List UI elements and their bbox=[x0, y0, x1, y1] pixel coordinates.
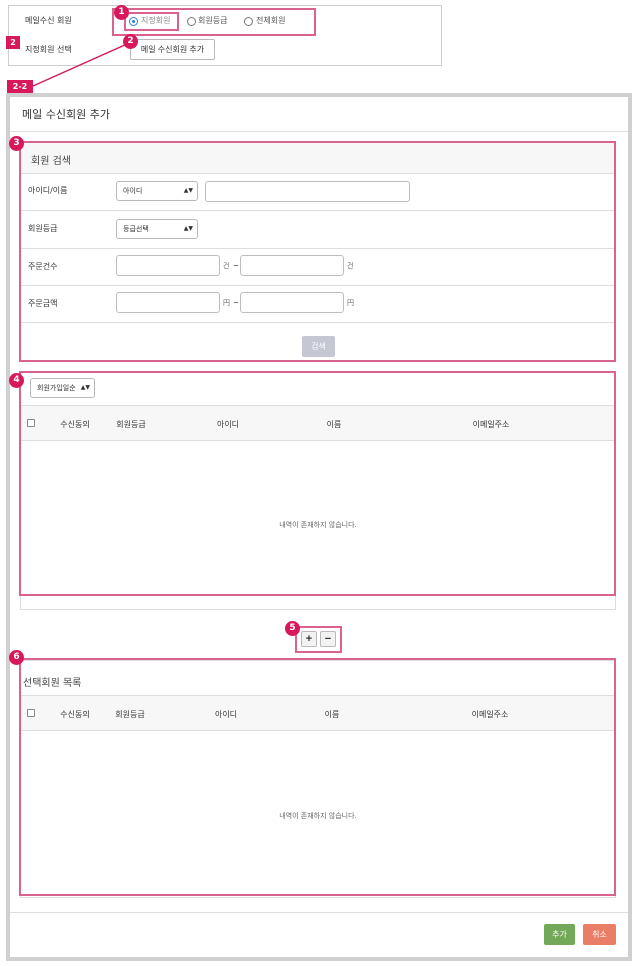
results-section-highlight bbox=[19, 371, 616, 596]
connector-line bbox=[32, 43, 128, 87]
add-to-selected-button[interactable]: + bbox=[301, 631, 317, 647]
badge-3: 3 bbox=[9, 136, 24, 151]
selected-section-highlight bbox=[19, 658, 616, 896]
modal-footer-divider bbox=[10, 912, 628, 913]
cancel-button[interactable]: 취소 bbox=[583, 924, 616, 945]
badge-6: 6 bbox=[9, 650, 24, 665]
badge-4: 4 bbox=[9, 373, 24, 388]
confirm-add-button[interactable]: 추가 bbox=[544, 924, 575, 945]
modal-title-divider bbox=[10, 131, 628, 132]
remove-from-selected-button[interactable]: − bbox=[320, 631, 336, 647]
badge-5: 5 bbox=[285, 621, 300, 636]
modal-title: 메일 수신회원 추가 bbox=[22, 108, 110, 121]
search-section-highlight bbox=[19, 141, 616, 362]
